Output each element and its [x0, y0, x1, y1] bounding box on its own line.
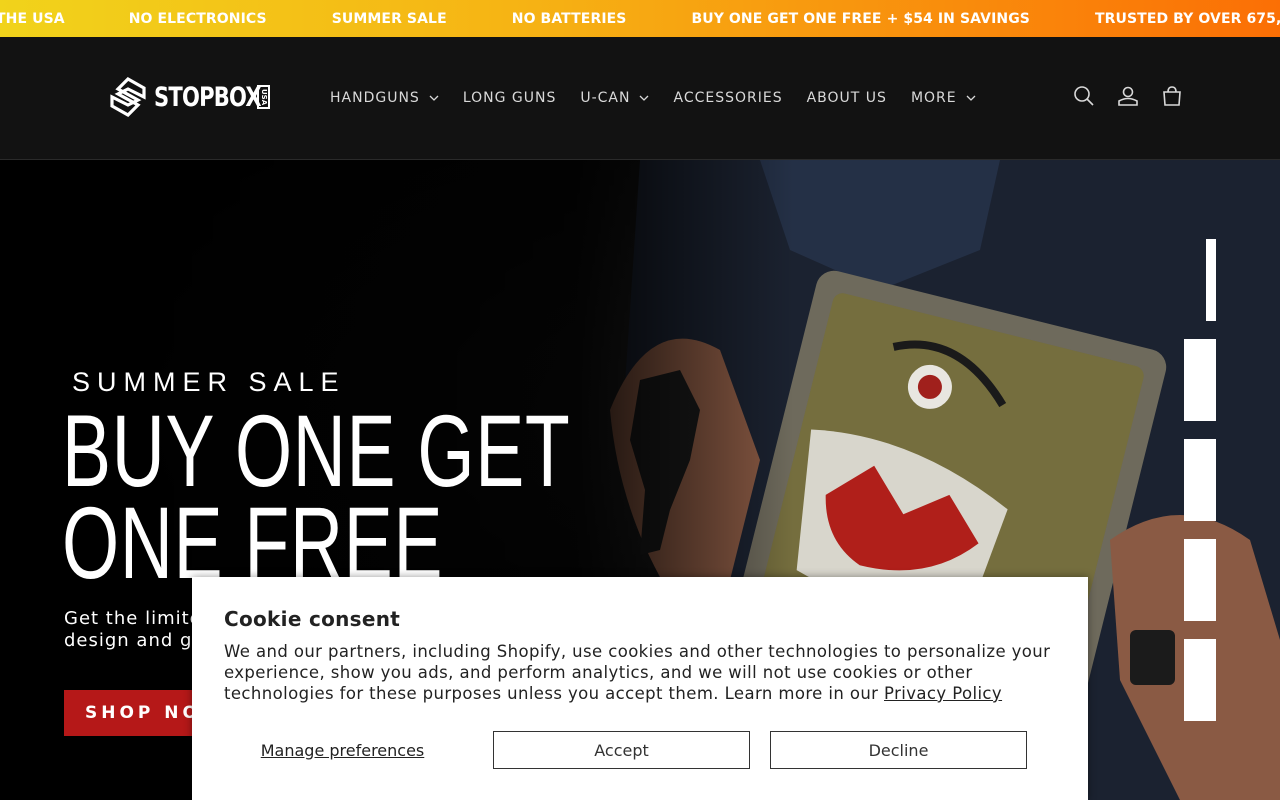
announcement-item: THE USA: [0, 10, 65, 27]
account-icon[interactable]: [1116, 84, 1140, 108]
announcement-item: SUMMER SALE: [331, 10, 447, 27]
nav-item-accessories[interactable]: ACCESSORIES: [673, 90, 782, 106]
nav-item-more[interactable]: MORE: [911, 90, 976, 106]
cookie-actions: Manage preferences Accept Decline: [224, 731, 1036, 769]
nav-item-about-us[interactable]: ABOUT US: [807, 90, 887, 106]
accept-button[interactable]: Accept: [493, 731, 750, 769]
nav-item-label: MORE: [910, 89, 957, 106]
stopbox-logo-icon: [110, 77, 146, 117]
announcement-item: BUY ONE GET ONE FREE + $54 IN SAVINGS: [691, 10, 1030, 27]
logo-text: STOPBOX: [154, 81, 262, 113]
privacy-policy-link[interactable]: Privacy Policy: [884, 684, 1002, 703]
hero-headline-line: ONE FREE: [62, 486, 444, 600]
announcement-item: NO BATTERIES: [511, 10, 627, 27]
hero-headline-line: BUY ONE GET: [62, 394, 571, 508]
slide-indicator[interactable]: [1184, 439, 1216, 521]
slide-indicator[interactable]: [1184, 239, 1216, 321]
cookie-title: Cookie consent: [224, 607, 401, 631]
chevron-down-icon: [966, 95, 976, 101]
cookie-body: We and our partners, including Shopify, …: [224, 641, 1054, 704]
logo[interactable]: STOPBOX USA: [110, 77, 291, 117]
slide-indicator[interactable]: [1184, 339, 1216, 421]
slide-indicator[interactable]: [1184, 639, 1216, 721]
hero-headline: BUY ONE GET ONE FREE: [62, 394, 580, 600]
cart-icon[interactable]: [1160, 84, 1184, 108]
announcement-item: TRUSTED BY OVER 675,000 CUSTOM: [1094, 10, 1280, 27]
nav-item-handguns[interactable]: HANDGUNS: [330, 90, 439, 106]
main-nav: HANDGUNS LONG GUNS U-CAN ACCESSORIES ABO…: [330, 37, 1000, 158]
chevron-down-icon: [429, 95, 439, 101]
header-icons: [1052, 84, 1184, 108]
nav-item-label: LONG GUNS: [462, 89, 557, 106]
announcement-track: THE USA NO ELECTRONICS SUMMER SALE NO BA…: [0, 0, 1280, 37]
nav-item-label: HANDGUNS: [330, 89, 420, 106]
announcement-bar: THE USA NO ELECTRONICS SUMMER SALE NO BA…: [0, 0, 1280, 37]
cookie-consent-dialog: Cookie consent We and our partners, incl…: [192, 577, 1088, 800]
search-icon[interactable]: [1072, 84, 1096, 108]
nav-item-label: ACCESSORIES: [673, 89, 783, 106]
nav-item-label: U-CAN: [580, 89, 631, 106]
announcement-item: NO ELECTRONICS: [128, 10, 267, 27]
logo-badge: USA: [257, 85, 270, 109]
nav-item-long-guns[interactable]: LONG GUNS: [463, 90, 557, 106]
slide-indicator[interactable]: [1184, 539, 1216, 621]
nav-item-u-can[interactable]: U-CAN: [580, 90, 649, 106]
chevron-down-icon: [640, 95, 649, 101]
slide-indicators: [1184, 239, 1216, 739]
manage-preferences-button[interactable]: Manage preferences: [214, 731, 471, 769]
nav-item-label: ABOUT US: [806, 89, 887, 106]
decline-button[interactable]: Decline: [770, 731, 1027, 769]
site-header: STOPBOX USA HANDGUNS LONG GUNS U-CAN ACC…: [0, 37, 1280, 160]
